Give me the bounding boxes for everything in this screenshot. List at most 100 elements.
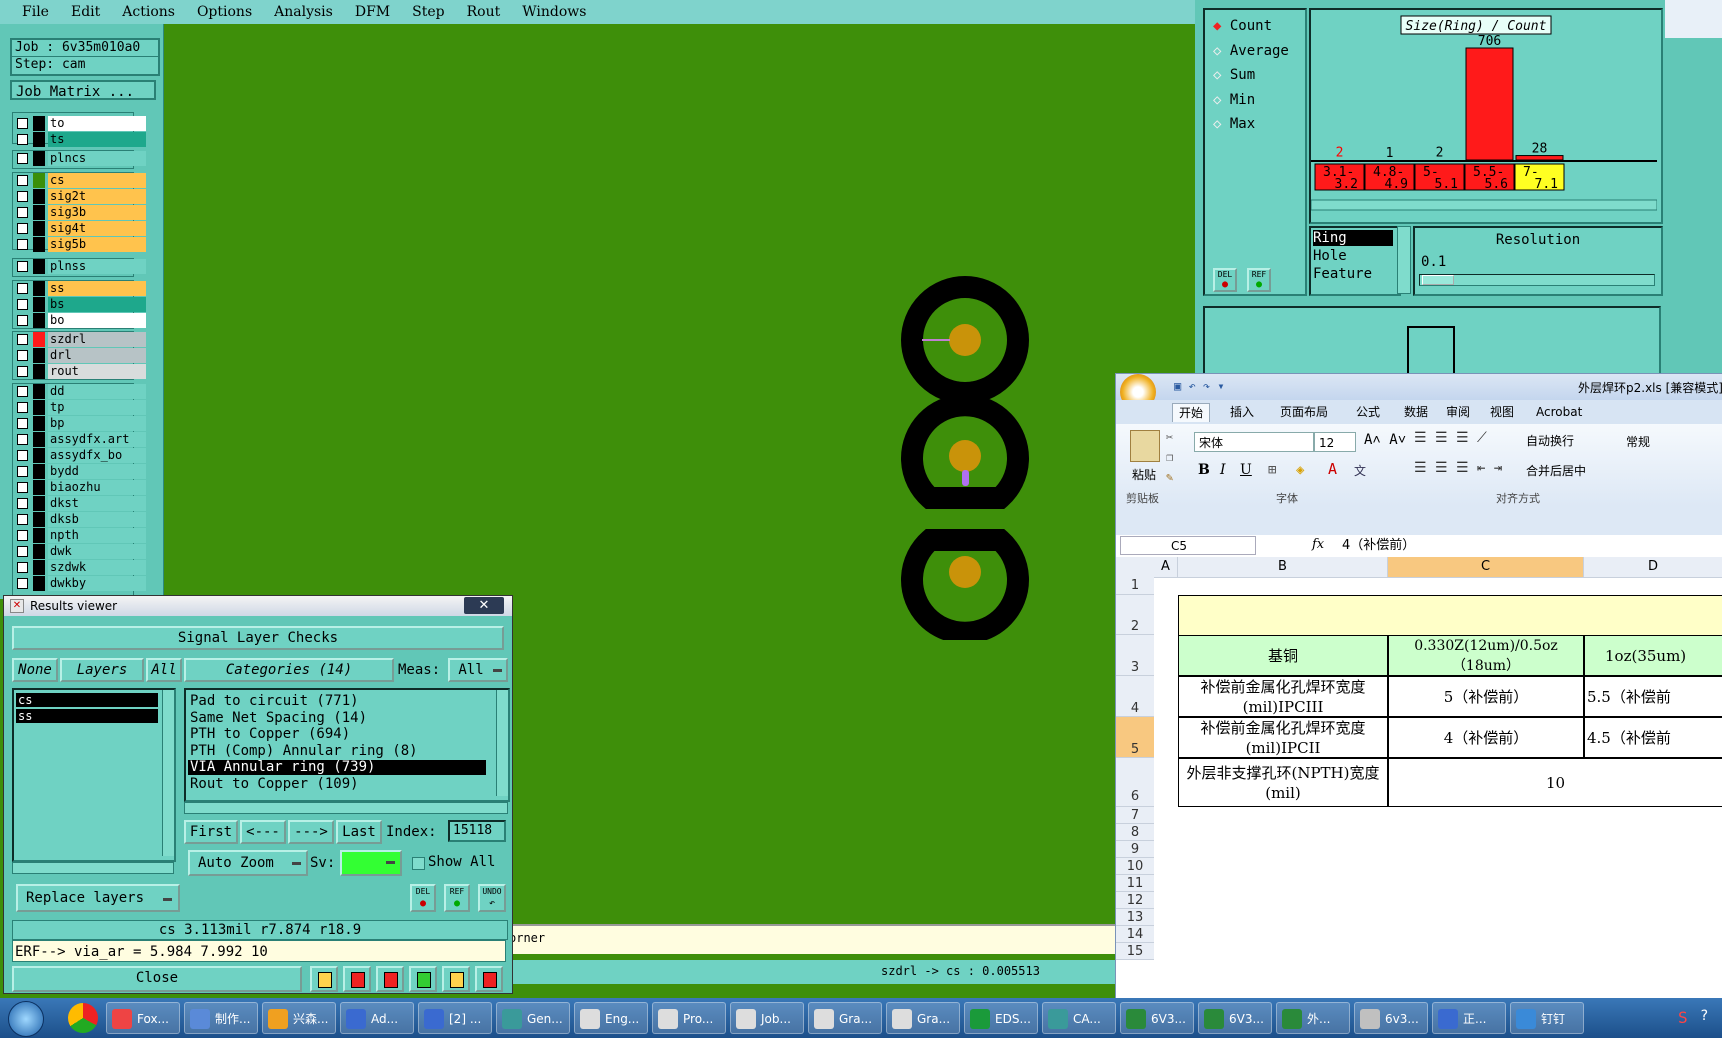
taskbar-button[interactable]: Fox... xyxy=(106,1002,180,1034)
taskbar-button[interactable]: EDS... xyxy=(964,1002,1038,1034)
first-button[interactable]: First xyxy=(184,820,238,844)
cell-d5[interactable]: 4.5（补偿前 xyxy=(1584,717,1722,758)
spreadsheet-grid[interactable]: ABCD 1 2 3 4 5 6 7 8 9 10 11 12 13 14 15 基铜 0.330Z(12u… xyxy=(1116,557,1722,999)
layer-name[interactable]: plnss xyxy=(48,259,146,274)
layer-row[interactable]: sig3b xyxy=(14,205,146,220)
layer-name[interactable]: bydd xyxy=(48,464,146,479)
layer-checkbox[interactable] xyxy=(17,283,28,294)
layer-row[interactable]: plnss xyxy=(14,259,146,274)
layer-checkbox[interactable] xyxy=(17,207,28,218)
layer-row[interactable]: sig5b xyxy=(14,237,146,252)
menu-windows[interactable]: Windows xyxy=(522,4,586,20)
layer-row[interactable]: dksb xyxy=(14,512,146,527)
phonetic-icon[interactable]: 文 xyxy=(1354,462,1366,479)
row-header[interactable]: 13 xyxy=(1116,909,1154,926)
layer-checkbox[interactable] xyxy=(17,482,28,493)
taskbar-button[interactable]: 外... xyxy=(1276,1002,1350,1034)
bold-icon[interactable]: B xyxy=(1198,462,1210,478)
row-header[interactable]: 5 xyxy=(1116,717,1154,758)
error-marker[interactable] xyxy=(962,470,969,486)
layer-row[interactable]: rout xyxy=(14,364,146,379)
replace-layers-select[interactable]: Replace layers xyxy=(16,884,180,912)
layer-checkbox[interactable] xyxy=(17,498,28,509)
layer-color-swatch[interactable] xyxy=(33,237,45,252)
layer-name[interactable]: plncs xyxy=(48,151,146,166)
layer-name[interactable]: npth xyxy=(48,528,146,543)
menu-actions[interactable]: Actions xyxy=(122,4,175,20)
number-format-select[interactable]: 常规 xyxy=(1622,432,1722,452)
ribbon-tab[interactable]: 数据 xyxy=(1398,403,1434,421)
layer-row[interactable]: npth xyxy=(14,528,146,543)
layer-checkbox[interactable] xyxy=(17,530,28,541)
sv-color-select[interactable] xyxy=(340,850,402,876)
format-painter-icon[interactable]: ✎ xyxy=(1166,470,1173,484)
type-item[interactable]: Hole xyxy=(1313,248,1393,264)
underline-icon[interactable]: U xyxy=(1240,462,1252,478)
layer-name[interactable]: szdwk xyxy=(48,560,146,575)
taskbar-button[interactable]: Pro... xyxy=(652,1002,726,1034)
italic-icon[interactable]: I xyxy=(1220,462,1226,478)
layer-name[interactable]: dwk xyxy=(48,544,146,559)
meas-select[interactable]: All xyxy=(448,658,508,682)
fill-color-icon[interactable]: ◈ xyxy=(1296,462,1304,478)
menu-rout[interactable]: Rout xyxy=(467,4,501,20)
category-list-scrollbar[interactable] xyxy=(496,690,508,796)
row-header[interactable]: 3 xyxy=(1116,635,1154,676)
ribbon-tab[interactable]: 开始 xyxy=(1172,403,1211,422)
radio-diamond-icon[interactable]: ◆ xyxy=(1213,18,1230,34)
measure-option[interactable]: ◇ Average xyxy=(1213,43,1289,59)
save-icon[interactable]: ▣ ↶ ↷ ▾ xyxy=(1174,379,1225,393)
layer-checkbox[interactable] xyxy=(17,402,28,413)
layer-name[interactable]: to xyxy=(48,116,146,131)
row-header[interactable]: 11 xyxy=(1116,875,1154,892)
radio-diamond-icon[interactable]: ◇ xyxy=(1213,92,1230,108)
font-size-select[interactable]: 12 xyxy=(1314,432,1356,452)
cross-out-icon[interactable] xyxy=(376,966,404,992)
layer-color-swatch[interactable] xyxy=(33,496,45,511)
del-button[interactable]: DEL ● xyxy=(410,884,436,912)
row-header[interactable]: 14 xyxy=(1116,926,1154,943)
categories-button[interactable]: Categories (14) xyxy=(184,658,394,682)
column-header[interactable]: B xyxy=(1178,557,1388,577)
cell-b5[interactable]: 补偿前金属化孔焊环宽度(mil)IPCII xyxy=(1178,717,1388,758)
layer-color-swatch[interactable] xyxy=(33,297,45,312)
cell-d3[interactable]: 1oz(35um) xyxy=(1584,635,1722,676)
layer-result-list[interactable]: cs ss xyxy=(12,688,176,862)
layer-row[interactable]: bo xyxy=(14,313,146,328)
layer-checkbox[interactable] xyxy=(17,118,28,129)
row-2-merged-cell[interactable] xyxy=(1178,595,1722,637)
taskbar-button[interactable]: 钉钉 xyxy=(1510,1002,1584,1034)
taskbar-button[interactable]: Eng... xyxy=(574,1002,648,1034)
cell-c5[interactable]: 4（补偿前） xyxy=(1388,717,1584,758)
taskbar-button[interactable]: Job... xyxy=(730,1002,804,1034)
none-button[interactable]: None xyxy=(12,658,58,682)
notes-icon[interactable] xyxy=(442,966,470,992)
column-header[interactable]: A xyxy=(1154,557,1178,577)
layer-color-swatch[interactable] xyxy=(33,205,45,220)
layer-name[interactable]: biaozhu xyxy=(48,480,146,495)
row-header[interactable]: 10 xyxy=(1116,858,1154,875)
category-item[interactable]: VIA Annular ring (739) xyxy=(188,760,486,775)
layer-row[interactable]: cs xyxy=(14,173,146,188)
help-icon[interactable]: ? xyxy=(1700,1008,1708,1024)
column-header[interactable]: C xyxy=(1388,557,1584,577)
layer-color-swatch[interactable] xyxy=(33,432,45,447)
layer-checkbox[interactable] xyxy=(17,562,28,573)
menu-analysis[interactable]: Analysis xyxy=(274,4,333,20)
layer-name[interactable]: bo xyxy=(48,313,146,328)
ribbon-tab[interactable]: 视图 xyxy=(1484,403,1520,421)
taskbar-button[interactable]: CA... xyxy=(1042,1002,1116,1034)
layer-list-scrollbar[interactable] xyxy=(162,690,174,856)
start-button[interactable] xyxy=(8,1001,44,1037)
paste-icon[interactable] xyxy=(1130,430,1160,462)
layer-color-swatch[interactable] xyxy=(33,448,45,463)
taskbar-button[interactable]: 6V3... xyxy=(1198,1002,1272,1034)
fx-icon[interactable]: fx xyxy=(1312,537,1324,552)
category-list[interactable]: Pad to circuit (771) Same Net Spacing (14… xyxy=(184,688,510,802)
prev-button[interactable]: <--- xyxy=(240,820,286,844)
layer-color-swatch[interactable] xyxy=(33,416,45,431)
layer-color-swatch[interactable] xyxy=(33,151,45,166)
category-list-hscrollbar[interactable] xyxy=(184,802,508,814)
layer-row[interactable]: ts xyxy=(14,132,146,147)
layer-color-swatch[interactable] xyxy=(33,116,45,131)
